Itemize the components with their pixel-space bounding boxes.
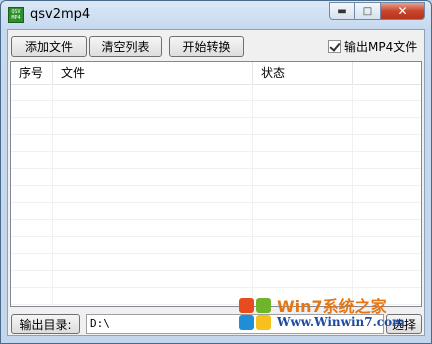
list-cell — [53, 186, 253, 202]
app-icon: QSV MP4 — [8, 7, 24, 23]
list-cell — [11, 84, 53, 100]
list-row[interactable] — [11, 169, 421, 186]
start-convert-button[interactable]: 开始转换 — [169, 36, 244, 57]
list-cell — [353, 135, 421, 151]
list-cell — [353, 152, 421, 168]
output-mp4-option[interactable]: 输出MP4文件 — [328, 38, 417, 55]
app-window: QSV MP4 qsv2mp4 ▬ □ ✕ 添加文件 清空列表 开始转换 输出M… — [0, 0, 432, 344]
list-cell — [353, 271, 421, 287]
list-row[interactable] — [11, 135, 421, 152]
list-cell — [53, 220, 253, 236]
list-row[interactable] — [11, 84, 421, 101]
watermark-url: Www.Winwin7.com — [277, 315, 405, 330]
column-header-index[interactable]: 序号 — [11, 62, 53, 84]
list-cell — [353, 237, 421, 253]
list-cell — [253, 118, 353, 134]
list-cell — [253, 169, 353, 185]
list-cell — [353, 84, 421, 100]
list-cell — [353, 220, 421, 236]
window-controls: ▬ □ ✕ — [329, 2, 425, 20]
list-cell — [253, 84, 353, 100]
watermark: Win7系统之家 Www.Winwin7.com — [237, 290, 427, 338]
list-cell — [11, 186, 53, 202]
list-cell — [53, 135, 253, 151]
list-cell — [353, 203, 421, 219]
list-cell — [53, 203, 253, 219]
list-cell — [353, 186, 421, 202]
list-row[interactable] — [11, 186, 421, 203]
output-dir-label-button[interactable]: 输出目录: — [11, 314, 80, 334]
list-cell — [53, 254, 253, 270]
clear-list-button[interactable]: 清空列表 — [89, 36, 162, 57]
column-header-status[interactable]: 状态 — [253, 62, 353, 84]
list-cell — [11, 237, 53, 253]
list-cell — [353, 101, 421, 117]
watermark-text: Win7系统之家 Www.Winwin7.com — [277, 297, 405, 330]
list-row[interactable] — [11, 118, 421, 135]
minimize-button[interactable]: ▬ — [329, 2, 355, 20]
list-row[interactable] — [11, 152, 421, 169]
list-cell — [353, 118, 421, 134]
list-row[interactable] — [11, 254, 421, 271]
watermark-title: Win7系统之家 — [277, 297, 387, 317]
windows-logo-icon — [237, 296, 273, 332]
list-cell — [11, 288, 53, 304]
list-cell — [11, 220, 53, 236]
list-cell — [53, 237, 253, 253]
list-cell — [11, 118, 53, 134]
list-cell — [253, 135, 353, 151]
add-files-button[interactable]: 添加文件 — [11, 36, 87, 57]
list-cell — [253, 254, 353, 270]
list-cell — [253, 152, 353, 168]
list-cell — [253, 203, 353, 219]
list-cell — [11, 203, 53, 219]
column-header-extra[interactable] — [353, 62, 421, 84]
list-row[interactable] — [11, 101, 421, 118]
list-cell — [53, 271, 253, 287]
list-cell — [253, 220, 353, 236]
list-cell — [353, 254, 421, 270]
output-mp4-checkbox[interactable] — [328, 40, 341, 53]
list-cell — [11, 152, 53, 168]
list-cell — [253, 186, 353, 202]
list-body — [11, 84, 421, 305]
close-button[interactable]: ✕ — [381, 2, 425, 20]
file-list[interactable]: 序号 文件 状态 — [10, 61, 422, 307]
window-title: qsv2mp4 — [30, 7, 91, 22]
list-cell — [11, 254, 53, 270]
list-cell — [11, 101, 53, 117]
output-mp4-label: 输出MP4文件 — [344, 40, 418, 54]
list-cell — [353, 169, 421, 185]
list-cell — [53, 169, 253, 185]
title-bar[interactable]: QSV MP4 qsv2mp4 ▬ □ ✕ — [1, 1, 431, 29]
list-cell — [53, 118, 253, 134]
list-row[interactable] — [11, 220, 421, 237]
list-row[interactable] — [11, 203, 421, 220]
list-cell — [11, 271, 53, 287]
list-cell — [253, 101, 353, 117]
list-row[interactable] — [11, 237, 421, 254]
list-row[interactable] — [11, 271, 421, 288]
list-cell — [53, 152, 253, 168]
list-cell — [11, 169, 53, 185]
maximize-button[interactable]: □ — [355, 2, 381, 20]
list-cell — [53, 288, 253, 304]
list-cell — [11, 135, 53, 151]
list-cell — [253, 237, 353, 253]
list-cell — [53, 101, 253, 117]
list-cell — [253, 271, 353, 287]
list-header: 序号 文件 状态 — [11, 62, 421, 85]
column-header-file[interactable]: 文件 — [53, 62, 253, 84]
list-cell — [53, 84, 253, 100]
